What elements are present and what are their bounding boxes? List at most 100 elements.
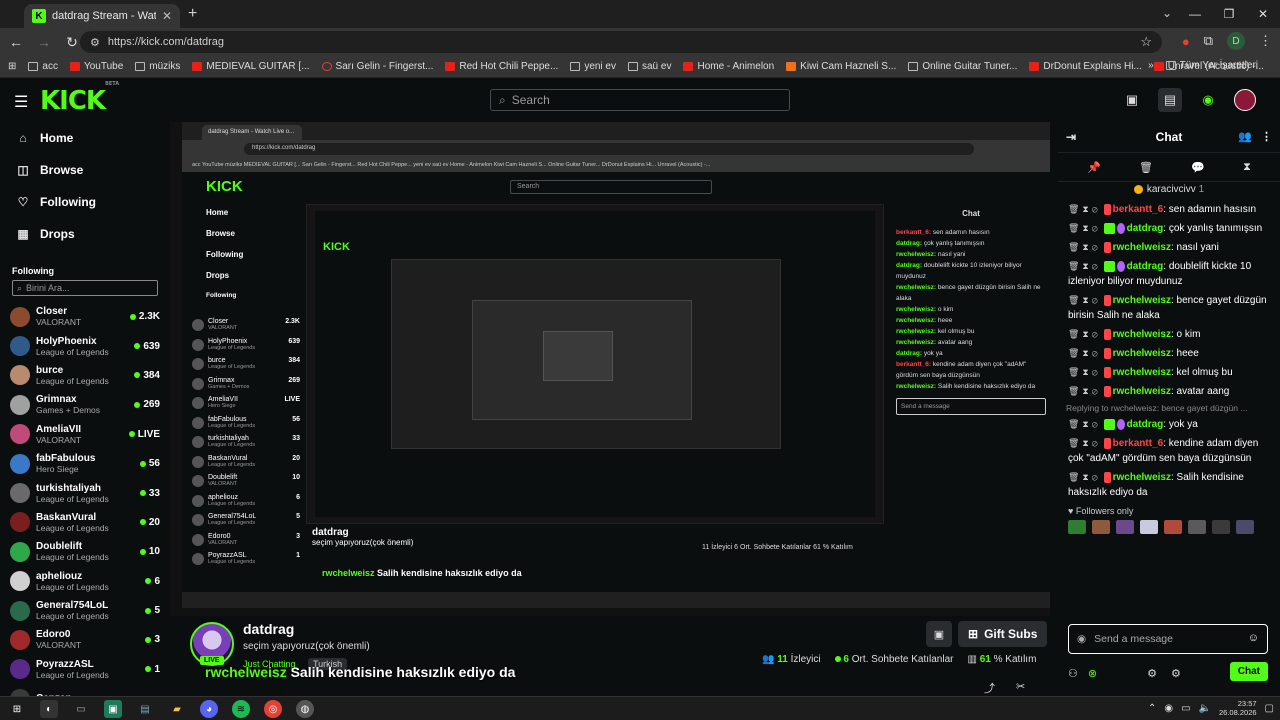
bookmark-1[interactable]: YouTube [69,61,123,72]
trash-icon[interactable]: 🗑 [1139,161,1153,174]
windows-start-icon[interactable]: ⊞ [8,700,26,718]
app-icon[interactable]: ▤ [136,700,154,718]
mod-actions-icon[interactable]: 🗑⧗⊘ [1068,367,1101,377]
following-search-input[interactable]: ⌕ Birini Ara... [12,280,158,296]
kick-coin-icon[interactable]: ◉ [1196,88,1220,112]
clip-icon[interactable]: ✂ [1016,680,1025,693]
app-icon[interactable]: ◐ [40,700,58,718]
bookmark-6[interactable]: yeni ev [570,61,616,72]
app-icon[interactable]: ◍ [296,700,314,718]
nav-home[interactable]: ⌂ Home [0,122,170,154]
bookmark-star-icon[interactable]: ☆ [1140,34,1152,50]
mod-actions-icon[interactable]: 🗑⧗⊘ [1068,329,1101,339]
emoji-icon[interactable]: ☺ [1248,632,1259,644]
search-input[interactable]: ⌕ Search [490,89,790,111]
chat-username[interactable]: rwchelweisz [1113,367,1171,378]
chat-menu-icon[interactable]: ⋮ [1261,130,1272,143]
following-item[interactable]: apheliouz League of Legends 6 [0,567,170,596]
back-button[interactable]: ← [4,34,28,50]
video-player[interactable]: datdrag Stream - Watch Live o... https:/… [170,122,1050,616]
bookmark-4[interactable]: Sarı Gelin - Fingerst... [321,61,433,72]
chat-username[interactable]: berkantt_6 [1113,438,1164,449]
mod-actions-icon[interactable]: 🗑⧗⊘ [1068,223,1101,233]
chat-message[interactable]: 🗑⧗⊘ rwchelweisz: heee [1058,344,1280,363]
theater-mode-icon[interactable]: ▣ [1120,88,1144,112]
collapse-chat-icon[interactable]: ⇥ [1066,130,1076,144]
following-item[interactable]: Doublelift League of Legends 10 [0,537,170,566]
discord-icon[interactable]: ◕ [200,700,218,718]
tray-expand-icon[interactable]: ⌃ [1148,703,1156,714]
following-item[interactable]: HolyPhoenix League of Legends 639 [0,331,170,360]
mod-actions-icon[interactable]: 🗑⧗⊘ [1068,438,1101,448]
chat-message[interactable]: 🗑⧗⊘ rwchelweisz: nasıl yani [1058,238,1280,257]
following-item[interactable]: AmeliaVII VALORANT LIVE [0,420,170,449]
chat-message[interactable]: 🗑⧗⊘ rwchelweisz: o kim [1058,325,1280,344]
emote-bar[interactable] [1058,520,1280,536]
chat-username[interactable]: rwchelweisz [1113,295,1171,306]
following-item[interactable]: Grimnax Games + Demos 269 [0,390,170,419]
chat-users-icon[interactable]: 👥 [1238,130,1252,143]
streamer-name[interactable]: datdrag [243,621,294,637]
mod-actions-icon[interactable]: 🗑⧗⊘ [1068,242,1101,252]
settings-gear-icon[interactable]: ⚙ [1147,667,1157,680]
following-item[interactable]: turkishtaliyah League of Legends 33 [0,478,170,507]
bookmark-11[interactable]: DrDonut Explains Hi... [1029,61,1142,72]
mod-actions-icon[interactable]: 🗑⧗⊘ [1068,348,1101,358]
gift-sub-icon[interactable]: ⚙ [1171,667,1181,680]
chat-bubble-icon[interactable]: 💬 [1191,161,1205,174]
bookmark-7[interactable]: saü ev [628,61,671,72]
all-bookmarks[interactable]: Tüm Yer İşaretleri [1165,60,1258,71]
bookmark-2[interactable]: müziks [135,61,180,72]
mod-actions-icon[interactable]: 🗑⧗⊘ [1068,204,1101,214]
bookmark-8[interactable]: Home - Animelon [683,61,774,72]
clock[interactable]: 23:57 26.08.2026 [1219,699,1257,717]
volume-icon[interactable]: 🔈 [1199,703,1211,714]
maximize-button[interactable]: ❐ [1212,0,1246,28]
following-item[interactable]: Closer VALORANT 2.3K [0,302,170,331]
extension-icon[interactable]: ● [1182,34,1190,49]
tray-app-icon[interactable]: ◉ [1164,703,1173,714]
terminal-icon[interactable]: ▣ [104,700,122,718]
close-tab-icon[interactable]: ✕ [162,9,172,23]
bookmark-5[interactable]: Red Hot Chili Peppe... [445,61,558,72]
pin-icon[interactable]: 📌 [1087,161,1101,174]
clip-button[interactable]: ▣ [926,621,952,647]
more-bookmarks-icon[interactable]: » [1148,60,1154,71]
close-window-button[interactable]: ✕ [1246,0,1280,28]
apps-grid-icon[interactable]: ⊞ [8,61,16,72]
bookmark-10[interactable]: Online Guitar Tuner... [908,61,1017,72]
notification-icon[interactable]: ▢ [1265,703,1274,714]
nav-following[interactable]: ♡ Following [0,186,170,218]
network-icon[interactable]: ▭ [1181,703,1190,714]
site-info-icon[interactable]: ⚙ [90,36,100,49]
chat-username[interactable]: rwchelweisz [1113,242,1171,253]
chat-username[interactable]: rwchelweisz [1113,348,1171,359]
chat-username[interactable]: datdrag [1127,419,1164,430]
following-item[interactable]: General754LoL League of Legends 5 [0,596,170,625]
chat-username[interactable]: rwchelweisz [1113,472,1171,483]
minimize-button[interactable]: — [1178,0,1212,28]
prediction-icon[interactable]: ⚇ [1068,667,1078,680]
chat-message[interactable]: 🗑⧗⊘ datdrag: yok ya [1058,415,1280,434]
following-item[interactable]: BaskanVural League of Legends 20 [0,508,170,537]
gift-subs-button[interactable]: ⊞ Gift Subs [958,621,1048,647]
mod-actions-icon[interactable]: 🗑⧗⊘ [1068,386,1101,396]
hourglass-icon[interactable]: ⧗ [1243,161,1251,174]
following-item[interactable]: burce League of Legends 384 [0,361,170,390]
kick-logo[interactable]: KICKBETA [40,81,119,116]
browser-tab[interactable]: K datdrag Stream - Watch Live o ✕ [24,4,180,28]
profile-avatar[interactable]: D [1227,32,1245,50]
forward-button[interactable]: → [32,34,56,50]
chat-username[interactable]: datdrag [1127,261,1164,272]
send-chat-button[interactable]: Chat [1229,662,1268,681]
nav-browse[interactable]: ◫ Browse [0,154,170,186]
chat-input[interactable]: ◉ Send a message ☺ [1068,624,1268,654]
chat-message[interactable]: 🗑⧗⊘ berkantt_6: sen adamın hasısın [1058,200,1280,219]
bookmark-0[interactable]: acc [28,61,58,72]
chat-username[interactable]: rwchelweisz [1113,386,1171,397]
following-item[interactable]: PoyrazzASL League of Legends 1 [0,655,170,684]
chat-username[interactable]: berkantt_6 [1113,204,1164,215]
share-icon[interactable]: ⤴ [984,680,995,696]
chat-message[interactable]: 🗑⧗⊘ berkantt_6: kendine adam diyen çok "a… [1058,434,1280,468]
extensions-puzzle-icon[interactable]: ⧉ [1204,33,1213,49]
